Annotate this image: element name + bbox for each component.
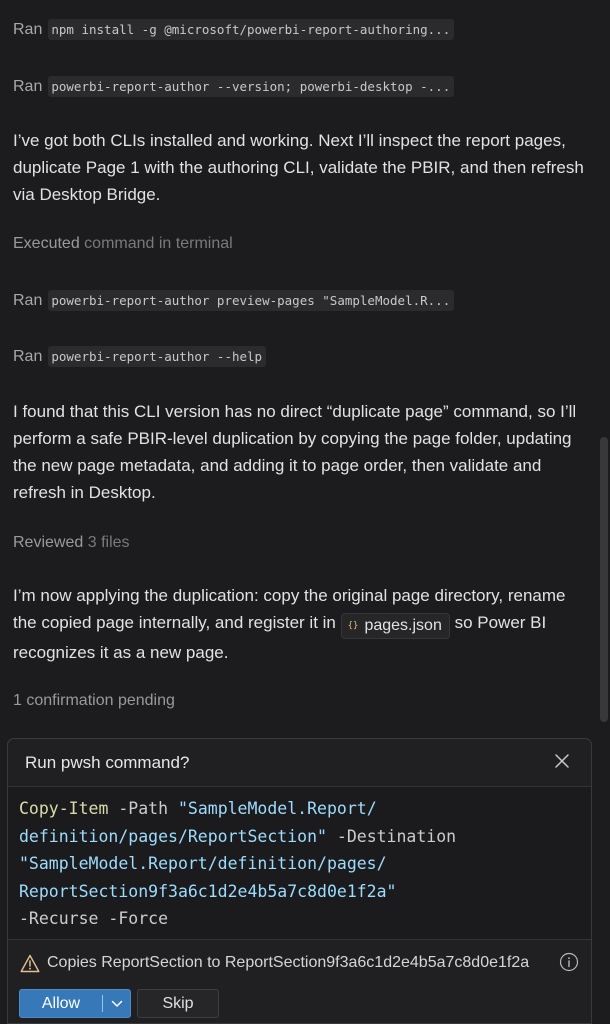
warning-text: Copies ReportSection to ReportSection9f3… (47, 954, 530, 971)
scrollbar-thumb[interactable] (600, 437, 608, 722)
command-preview: Copy-Item -Path "SampleModel.Report/ def… (8, 787, 591, 939)
info-icon[interactable] (559, 952, 579, 972)
skip-button[interactable]: Skip (137, 989, 219, 1018)
executed-detail: command in terminal (84, 235, 233, 252)
reviewed-summary[interactable]: Reviewed 3 files (13, 534, 130, 552)
code-string: definition/pages/ReportSection" (19, 826, 327, 846)
code-cmdlet: Copy-Item (19, 799, 109, 818)
allow-options-button[interactable] (103, 990, 130, 1017)
ran-step-1[interactable]: Ran npm install -g @microsoft/powerbi-re… (13, 19, 455, 40)
reviewed-verb: Reviewed (13, 534, 84, 551)
code-string: "SampleModel.Report/definition/pages/ (19, 854, 387, 873)
ran-label: Ran (13, 20, 43, 38)
executed-verb: Executed (13, 235, 80, 252)
assistant-message-1: I’ve got both CLIs installed and working… (13, 131, 584, 204)
assistant-message-2: I found that this CLI version has no dir… (13, 402, 577, 502)
assistant-message-3: I’m now applying the duplication: copy t… (13, 582, 588, 666)
executed-summary[interactable]: Executed command in terminal (13, 235, 233, 253)
reviewed-detail: 3 files (87, 534, 130, 551)
close-button[interactable] (553, 752, 571, 770)
allow-button[interactable]: Allow (20, 990, 102, 1017)
code-string: "SampleModel.Report/ (177, 799, 377, 818)
file-chip-label: pages.json (364, 617, 442, 634)
ran-step-2[interactable]: Ran powerbi-report-author --version; pow… (13, 76, 455, 97)
ran-label: Ran (13, 77, 43, 95)
command-chip[interactable]: powerbi-report-author --help (48, 346, 267, 367)
command-chip[interactable]: npm install -g @microsoft/powerbi-report… (48, 19, 455, 40)
file-chip-pages-json[interactable]: {} pages.json (340, 613, 450, 639)
confirmation-dialog: Run pwsh command? Copy-Item -Path "Sampl… (7, 738, 592, 1024)
chevron-down-icon (111, 1000, 122, 1007)
command-chip[interactable]: powerbi-report-author --version; powerbi… (48, 76, 455, 97)
ran-label: Ran (13, 291, 43, 309)
code-param: -Destination (326, 826, 457, 846)
pending-confirmations: 1 confirmation pending (13, 692, 175, 709)
ran-step-3[interactable]: Ran powerbi-report-author preview-pages … (13, 290, 455, 311)
close-icon (555, 754, 569, 768)
allow-split-button: Allow (19, 989, 131, 1018)
json-file-icon: {} (347, 621, 359, 631)
command-chip[interactable]: powerbi-report-author preview-pages "Sam… (48, 290, 455, 311)
code-param: -Recurse -Force (19, 909, 169, 928)
ran-label: Ran (13, 347, 43, 365)
divider (8, 939, 591, 940)
ran-step-4[interactable]: Ran powerbi-report-author --help (13, 346, 267, 367)
dialog-title: Run pwsh command? (25, 753, 190, 772)
code-param: -Path (108, 799, 178, 818)
action-buttons: Allow Skip (19, 989, 219, 1018)
code-string: ReportSection9f3a6c1d2e4b5a7c8d0e1f2a" (19, 881, 397, 901)
warning-row: Copies ReportSection to ReportSection9f3… (20, 951, 579, 975)
warning-icon (20, 954, 40, 972)
